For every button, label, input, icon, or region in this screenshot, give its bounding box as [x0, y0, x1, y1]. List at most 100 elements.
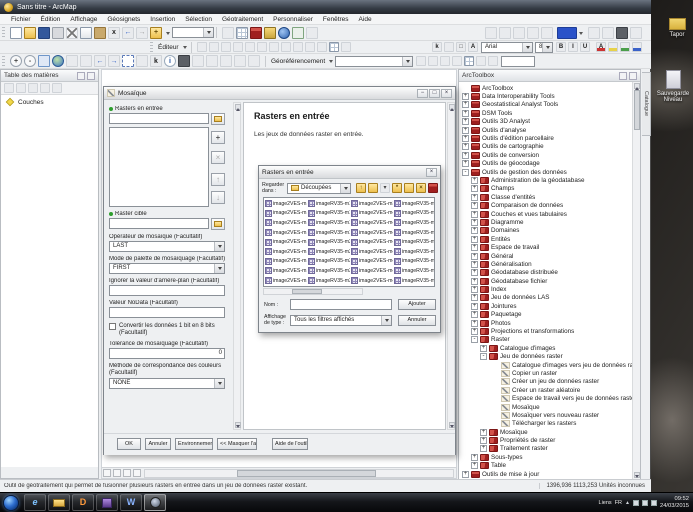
tree-expander[interactable]: + — [480, 437, 487, 444]
toolbox-tree-item[interactable]: + Index — [460, 285, 640, 293]
copy-icon[interactable] — [80, 27, 92, 39]
menu-item[interactable]: Fenêtres — [318, 14, 354, 25]
data-view-icon[interactable] — [103, 469, 111, 477]
move-down-button[interactable]: ↓ — [211, 191, 225, 204]
look-in-combo[interactable]: Découpées — [287, 183, 351, 194]
word-icon[interactable]: W — [120, 494, 142, 511]
endpoint-arc-icon[interactable] — [233, 42, 243, 52]
toolbox-tree-item[interactable]: Espace de travail vers jeu de données ra… — [460, 394, 640, 402]
rotate-icon[interactable] — [317, 42, 327, 52]
file-item[interactable]: image2VES-m11.TIF — [265, 218, 307, 228]
sketch-properties-icon[interactable] — [341, 42, 351, 52]
tree-expander[interactable]: + — [462, 101, 469, 108]
fixed-zoom-out-icon[interactable] — [80, 55, 92, 67]
toc-layers-item[interactable]: Couches — [4, 98, 95, 106]
shift-raster-icon[interactable] — [488, 56, 498, 66]
toolbox-tree-item[interactable]: - Outils de gestion des données — [460, 168, 640, 176]
remove-raster-button[interactable]: × — [211, 151, 225, 164]
toolbox-tree-item[interactable]: + Catalogue d'images — [460, 344, 640, 352]
toolbox-tree-item[interactable]: + Table — [460, 462, 640, 470]
toolbar-icon[interactable] — [616, 27, 628, 39]
georeferencing-menu[interactable]: Géoréférencement — [268, 58, 328, 65]
select-elements-icon[interactable]: k — [150, 55, 162, 67]
file-item[interactable]: imageRV35-m50.TIF — [394, 209, 435, 219]
file-item[interactable]: image2VES-m10.TIF — [265, 209, 307, 219]
straight-segment-icon[interactable] — [221, 42, 231, 52]
tree-expander[interactable]: + — [471, 194, 478, 201]
file-item[interactable]: image2VES-m12.TIF — [265, 228, 307, 238]
toolbox-tree-item[interactable]: + Géodatabase fichier — [460, 277, 640, 285]
font-family-combo[interactable]: Arial — [481, 42, 533, 53]
nodata-value-field[interactable] — [109, 307, 225, 318]
close-icon[interactable] — [87, 72, 95, 80]
close-button[interactable]: × — [441, 89, 452, 98]
bold-button[interactable]: B — [556, 42, 566, 52]
scrollbar-thumb[interactable] — [292, 289, 322, 294]
tree-expander[interactable]: + — [471, 177, 478, 184]
toolbar-grip[interactable] — [2, 56, 5, 67]
swatch-dropdown-arrow[interactable] — [579, 32, 583, 37]
tree-expander[interactable]: + — [480, 345, 487, 352]
scroll-down-arrow[interactable] — [235, 422, 241, 428]
minimize-button[interactable]: − — [417, 89, 428, 98]
dialog-title-bar[interactable]: Mosaïque −□× — [104, 87, 455, 100]
toolbox-tree-item[interactable]: + Traitement raster — [460, 445, 640, 453]
move-up-button[interactable]: ↑ — [211, 173, 225, 186]
add-button[interactable]: Ajouter — [398, 299, 436, 310]
convert-1bit-checkbox[interactable] — [109, 323, 116, 330]
tree-expander[interactable]: + — [471, 278, 478, 285]
file-item[interactable]: imageRV35-m16.TIF — [308, 228, 350, 238]
arctoolbox-header[interactable]: ArcToolbox — [459, 70, 640, 82]
target-raster-field[interactable] — [109, 218, 209, 229]
edit-tool-icon[interactable] — [197, 42, 207, 52]
tree-expander[interactable]: + — [471, 185, 478, 192]
arctoolbox-icon[interactable] — [250, 27, 262, 39]
toolbox-tree-item[interactable]: + Outils de conversion — [460, 151, 640, 159]
file-item[interactable]: image2VES-m15.TIF — [265, 257, 307, 267]
zoom-to-selected-link-icon[interactable] — [452, 56, 462, 66]
file-item[interactable]: image2VES-m42.TIF — [351, 237, 393, 247]
fixed-zoom-in-icon[interactable] — [66, 55, 78, 67]
rotate-element-icon[interactable] — [444, 42, 454, 52]
toolbox-tree-item[interactable]: + Généralisation — [460, 260, 640, 268]
tree-expander[interactable]: + — [462, 160, 469, 167]
toolbox-tree-item[interactable]: + Projections et transformations — [460, 327, 640, 335]
edit-annotation-icon[interactable] — [209, 42, 219, 52]
language-indicator[interactable]: FR — [615, 500, 622, 506]
toolbox-tree-item[interactable]: + DSM Tools — [460, 109, 640, 117]
toolbox-tree-item[interactable]: Mosaïque — [460, 403, 640, 411]
text-tool-icon[interactable]: A — [468, 42, 478, 52]
tree-expander[interactable]: + — [471, 269, 478, 276]
search-icon[interactable] — [278, 27, 290, 39]
toolbox-tree-item[interactable]: + Classe d'entités — [460, 193, 640, 201]
view-link-table-icon[interactable] — [464, 56, 474, 66]
line-color-icon[interactable] — [620, 42, 630, 52]
background-value-field[interactable] — [109, 285, 225, 296]
toolbox-tree-item[interactable]: + Outils d'édition parcellaire — [460, 134, 640, 142]
toc-options-icon[interactable] — [52, 83, 62, 93]
tree-expander[interactable]: + — [480, 429, 487, 436]
toolbox-tree-item[interactable]: + Geostatistical Analyst Tools — [460, 101, 640, 109]
toolbox-tree-item[interactable]: Copier un raster — [460, 369, 640, 377]
menu-item[interactable]: Édition — [36, 14, 66, 25]
toolbar-icon[interactable] — [588, 27, 600, 39]
office-app-icon[interactable] — [96, 494, 118, 511]
tree-expander[interactable]: + — [471, 202, 478, 209]
file-item[interactable]: imageRV35-m5.TIF — [394, 199, 435, 209]
file-item[interactable]: imageRV35-m30.TIF — [308, 266, 350, 276]
file-item[interactable]: imageRV35-m14.TIF — [308, 209, 350, 219]
cancel-button[interactable]: Annuler — [145, 438, 171, 450]
toolbox-tree-item[interactable]: + Data Interoperability Tools — [460, 92, 640, 100]
toolbox-scrollbar[interactable] — [632, 82, 640, 479]
raster-painting-icon[interactable] — [527, 27, 539, 39]
shape-tool-icon[interactable]: □ — [456, 42, 466, 52]
italic-button[interactable]: I — [568, 42, 578, 52]
file-item[interactable]: image2VES-m46.TIF — [351, 276, 393, 286]
tree-expander[interactable]: + — [471, 303, 478, 310]
toolbox-tree-item[interactable]: Créer un jeu de données raster — [460, 378, 640, 386]
toolbox-tree-item[interactable]: Créer un raster aléatoire — [460, 386, 640, 394]
tree-expander[interactable]: + — [471, 219, 478, 226]
snapping-icon[interactable] — [499, 27, 511, 39]
help-scrollbar[interactable] — [447, 102, 455, 430]
new-folder-icon[interactable]: * — [392, 183, 402, 193]
